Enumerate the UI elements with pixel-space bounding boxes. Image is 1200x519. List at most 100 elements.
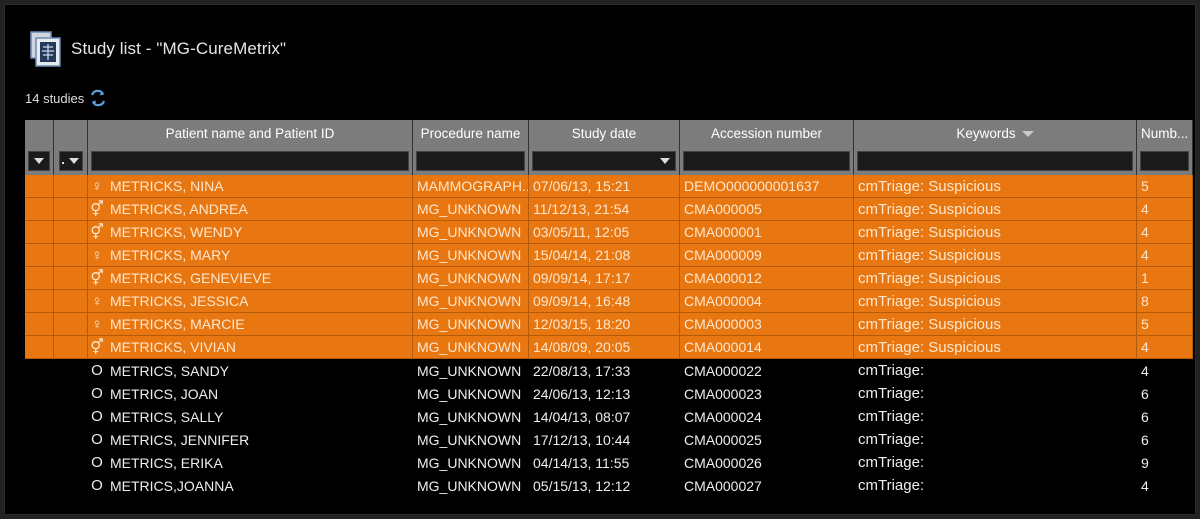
sort-down-icon [1021,130,1034,137]
keywords-cell: cmTriage: Suspicious [854,221,1137,244]
patient-filter-input[interactable] [91,151,409,171]
table-row[interactable]: O METRICS,JOANNA MG_UNKNOWN 05/15/13, 12:12… [25,474,1193,497]
table-row[interactable]: O METRICS, ERIKA MG_UNKNOWN 04/14/13, 11:55… [25,451,1193,474]
number-cell: 6 [1141,408,1149,425]
column-header-number[interactable]: Numb... [1137,120,1193,147]
keywords-cell: cmTriage: [858,362,925,379]
table-row[interactable]: ⚥ METRICKS, VIVIAN MG_UNKNOWN 14/08/09, 20:… [25,336,1193,359]
flag-cell [54,221,88,244]
patient-name: METRICS, ERIKA [110,454,223,471]
refresh-icon[interactable] [89,89,107,107]
filter-number-cell [1137,147,1193,175]
keywords-cell: cmTriage: Suspicious [854,290,1137,313]
accession-filter-input[interactable] [683,151,850,171]
flag-cell [54,267,88,290]
keywords-filter-input[interactable] [857,151,1133,171]
table-row[interactable]: ♀ METRICKS, MARY MG_UNKNOWN 15/04/14, 21:08… [25,244,1193,267]
keywords-cell: cmTriage: [858,477,925,494]
document-xray-icon [25,29,65,69]
number-filter-input[interactable] [1140,151,1189,171]
procedure-cell: MG_UNKNOWN [413,290,529,313]
patient-cell: O METRICS,JOANNA [88,474,413,497]
number-cell: 4 [1141,477,1149,494]
accession-cell: CMA000025 [684,431,762,448]
procedure-cell: MG_UNKNOWN [417,454,522,471]
patient-name: METRICS, SALLY [110,408,224,425]
procedure-filter-input[interactable] [416,151,525,171]
circle-icon: O [91,362,103,379]
column-header-patient[interactable]: Patient name and Patient ID [88,120,413,147]
accession-cell: CMA000012 [680,267,854,290]
filter-row [25,147,1193,175]
accession-cell: CMA000005 [680,198,854,221]
flag-cell [54,451,88,474]
number-cell: 9 [1141,454,1149,471]
procedure-cell: MG_UNKNOWN [413,313,529,336]
filter-accession-cell [680,147,854,175]
accession-cell: CMA000022 [684,362,762,379]
table-body: ♀ METRICKS, NINA MAMMOGRAPH... 07/06/13, 15… [25,175,1193,497]
gender-icon: ⚥ [90,201,104,218]
patient-name: METRICS, JOAN [110,385,219,402]
patient-cell: ♀ METRICKS, MARCIE [88,313,413,336]
table-row[interactable]: ⚥ METRICKS, WENDY MG_UNKNOWN 03/05/11, 12:0… [25,221,1193,244]
procedure-cell: MG_UNKNOWN [417,408,522,425]
number-cell: 5 [1137,313,1193,336]
select-cell [25,405,54,428]
filter-patient-cell [88,147,413,175]
filter-date-cell [529,147,680,175]
procedure-cell: MG_UNKNOWN [413,221,529,244]
female-icon: ♀ [91,246,103,264]
flag-dropdown-button[interactable] [58,151,83,171]
gender-icon: ⚥ [90,339,104,356]
number-cell: 4 [1137,336,1193,359]
patient-cell: ⚥ METRICKS, WENDY [88,221,413,244]
flag-cell [54,382,88,405]
table-row[interactable]: O METRICS, SANDY MG_UNKNOWN 22/08/13, 17:33… [25,359,1193,382]
keywords-cell: cmTriage: [858,408,925,425]
date-cell: 14/08/09, 20:05 [529,336,680,359]
patient-name: METRICKS, WENDY [110,224,243,240]
table-row[interactable]: O METRICS, SALLY MG_UNKNOWN 14/04/13, 08:07… [25,405,1193,428]
column-header-flag[interactable] [54,120,88,147]
date-cell: 03/05/11, 12:05 [529,221,680,244]
table-row[interactable]: ♀ METRICKS, NINA MAMMOGRAPH... 07/06/13, 15… [25,175,1193,198]
date-cell: 17/12/13, 10:44 [533,431,631,448]
select-cell [25,244,54,267]
accession-cell: CMA000026 [684,454,762,471]
column-header-procedure[interactable]: Procedure name [413,120,529,147]
date-cell: 12/03/15, 18:20 [529,313,680,336]
column-header-select[interactable] [25,120,54,147]
flag-cell [54,428,88,451]
column-header-date[interactable]: Study date [529,120,680,147]
flag-cell [54,359,88,382]
chevron-down-icon [68,158,79,164]
table-row[interactable]: ♀ METRICKS, JESSICA MG_UNKNOWN 09/09/14, 16… [25,290,1193,313]
number-cell: 4 [1137,221,1193,244]
table-row[interactable]: ♀ METRICKS, MARCIE MG_UNKNOWN 12/03/15, 18:… [25,313,1193,336]
select-dropdown-button[interactable] [28,151,50,171]
patient-cell: O METRICS, SANDY [88,359,413,382]
date-filter-dropdown[interactable] [532,151,676,171]
number-cell: 5 [1137,175,1193,198]
number-cell: 8 [1137,290,1193,313]
window-title: Study list - "MG-CureMetrix" [71,39,287,58]
column-header-accession[interactable]: Accession number [680,120,854,147]
accession-cell: CMA000001 [680,221,854,244]
column-header-keywords[interactable]: Keywords [854,120,1137,147]
table-row[interactable]: O METRICS, JOAN MG_UNKNOWN 24/06/13, 12:13 C… [25,382,1193,405]
number-cell: 1 [1137,267,1193,290]
patient-name: METRICKS, ANDREA [110,201,248,217]
flag-cell [54,290,88,313]
date-cell: 07/06/13, 15:21 [529,175,680,198]
accession-cell: CMA000027 [684,477,762,494]
circle-icon: O [91,408,103,425]
chevron-down-icon [34,158,44,164]
procedure-cell: MG_UNKNOWN [417,385,522,402]
keywords-cell: cmTriage: Suspicious [854,313,1137,336]
patient-name: METRICKS, MARCIE [110,316,245,332]
table-row[interactable]: ⚥ METRICKS, ANDREA MG_UNKNOWN 11/12/13, 21:… [25,198,1193,221]
table-row[interactable]: O METRICS, JENNIFER MG_UNKNOWN 17/12/13, 10… [25,428,1193,451]
table-row[interactable]: ⚥ METRICKS, GENEVIEVE MG_UNKNOWN 09/09/14, … [25,267,1193,290]
patient-cell: ♀ METRICKS, JESSICA [88,290,413,313]
